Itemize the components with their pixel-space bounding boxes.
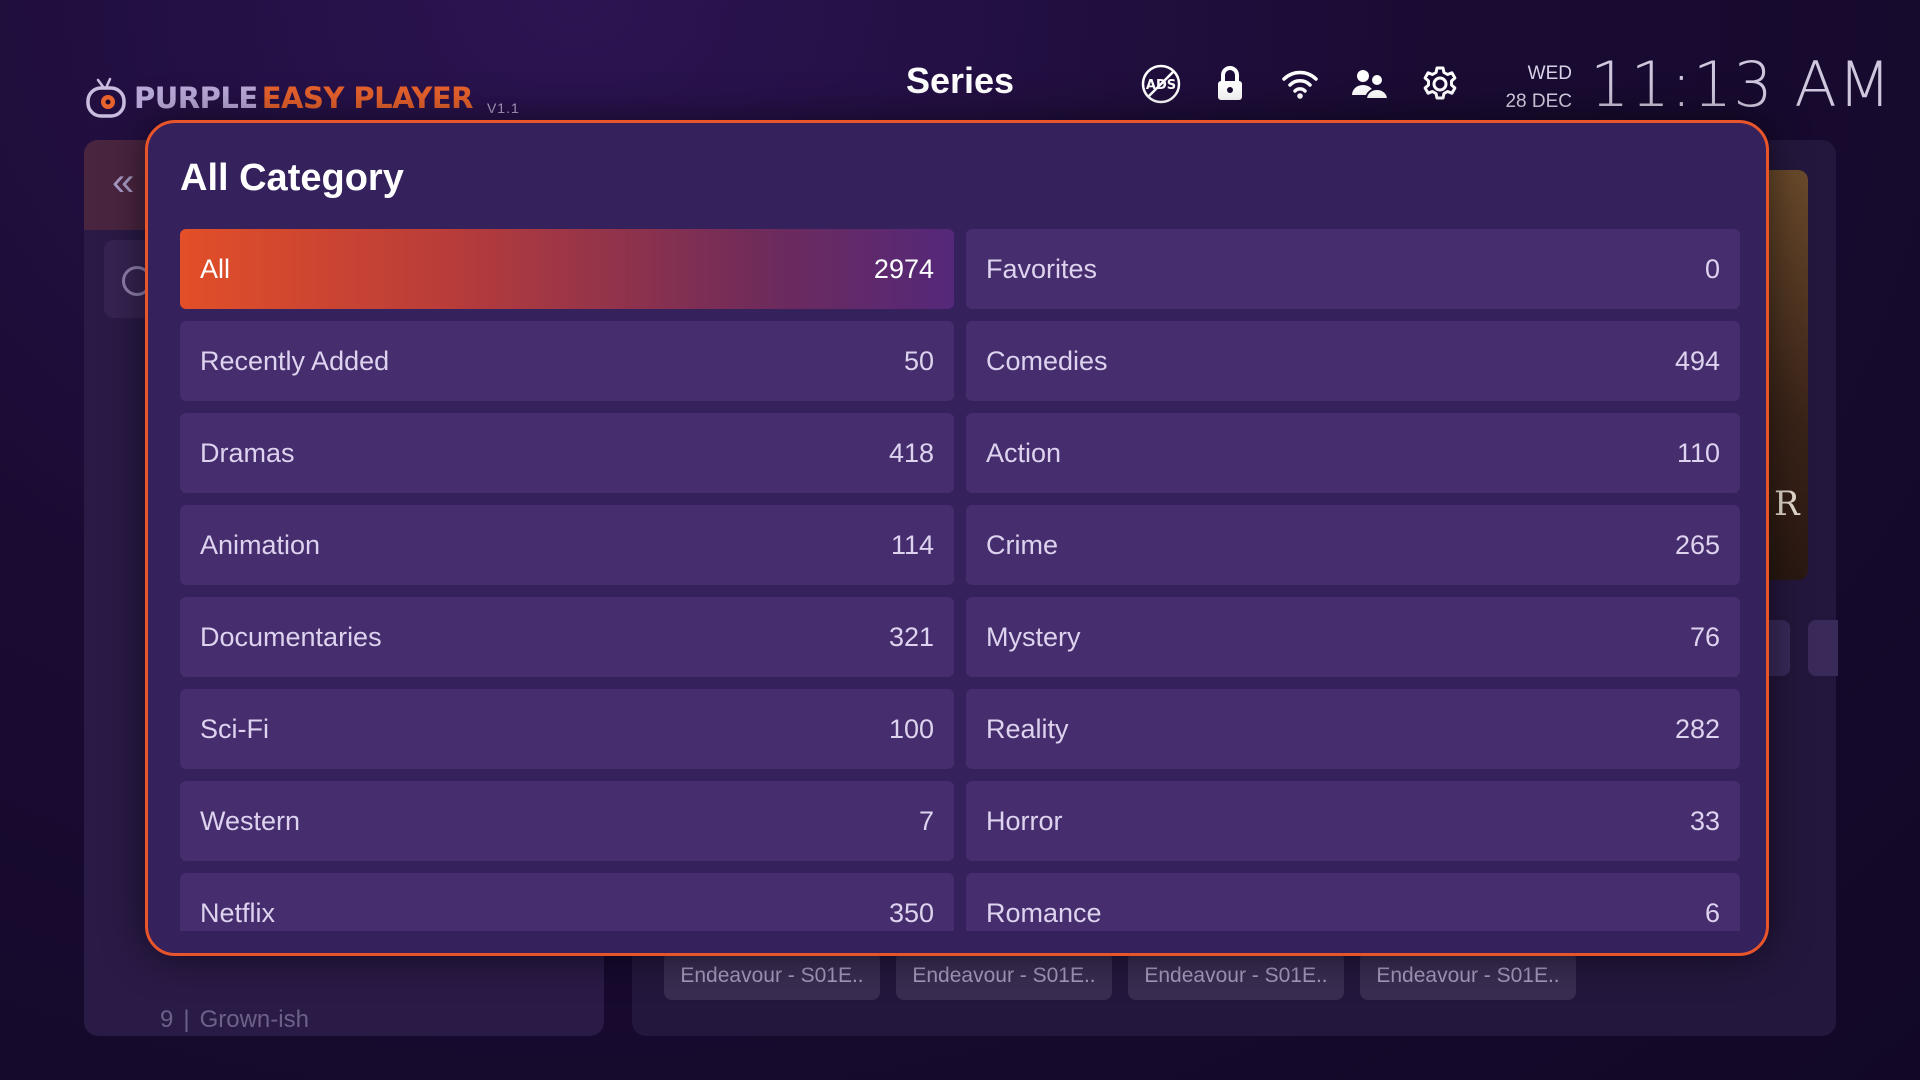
separator: |	[183, 1006, 190, 1033]
category-grid: All 2974 Favorites 0 Recently Added 50 Come…	[180, 229, 1744, 931]
category-item-horror[interactable]: Horror 33	[966, 781, 1740, 861]
category-count: 110	[1676, 437, 1720, 468]
category-label: Favorites	[986, 253, 1098, 284]
category-label: Romance	[986, 897, 1102, 928]
app-logo: PURPLE EASY PLAYER V1.1	[84, 68, 520, 128]
category-label: Animation	[200, 529, 321, 560]
category-item-favorites[interactable]: Favorites 0	[966, 229, 1740, 309]
category-label: Comedies	[986, 345, 1108, 376]
category-item-recently-added[interactable]: Recently Added 50	[180, 321, 954, 401]
page-title: Series	[905, 60, 1015, 101]
category-item-dramas[interactable]: Dramas 418	[180, 413, 954, 493]
category-item-documentaries[interactable]: Documentaries 321	[180, 597, 954, 677]
poster-letter: R	[1774, 484, 1800, 524]
category-label: Netflix	[200, 897, 276, 928]
list-item-grown-ish[interactable]: 9 | Grown-ish	[160, 1006, 309, 1034]
lock-icon[interactable]	[1208, 62, 1252, 106]
category-count: 321	[888, 621, 934, 652]
category-label: Mystery	[986, 621, 1081, 652]
category-count: 7	[918, 805, 934, 836]
category-count: 0	[1704, 253, 1720, 284]
category-label: Horror	[986, 805, 1063, 836]
ads-off-icon[interactable]: ADS	[1139, 62, 1183, 106]
app-version: V1.1	[486, 100, 520, 116]
category-item-all[interactable]: All 2974	[180, 229, 954, 309]
category-count: 6	[1704, 897, 1720, 928]
app-name: PURPLE EASY PLAYER	[134, 81, 473, 115]
category-label: Sci-Fi	[200, 713, 269, 744]
category-count: 494	[1674, 345, 1720, 376]
episode-chip[interactable]: Endeavour - S01E..	[1128, 952, 1344, 1000]
category-label: Western	[200, 805, 301, 836]
gear-icon[interactable]	[1418, 62, 1462, 106]
list-item-number: 9	[160, 1006, 174, 1033]
date-label: 28 DEC	[1505, 91, 1572, 112]
category-item-comedies[interactable]: Comedies 494	[966, 321, 1740, 401]
category-item-crime[interactable]: Crime 265	[966, 505, 1740, 585]
wifi-icon[interactable]	[1278, 62, 1322, 106]
category-count: 100	[888, 713, 934, 744]
weekday-label: WED	[1527, 63, 1572, 84]
tv-logo-icon	[84, 76, 128, 120]
episode-tab[interactable]	[1808, 620, 1838, 676]
category-count: 350	[888, 897, 934, 928]
category-label: Action	[986, 437, 1062, 468]
category-item-mystery[interactable]: Mystery 76	[966, 597, 1740, 677]
category-label: Dramas	[200, 437, 295, 468]
category-label: Reality	[986, 713, 1069, 744]
list-item-label: Grown-ish	[199, 1006, 309, 1033]
episode-chip-row: Endeavour - S01E.. Endeavour - S01E.. En…	[664, 952, 1576, 1000]
category-count: 282	[1674, 713, 1720, 744]
episode-chip[interactable]: Endeavour - S01E..	[896, 952, 1112, 1000]
category-item-reality[interactable]: Reality 282	[966, 689, 1740, 769]
category-count: 76	[1689, 621, 1720, 652]
category-count: 2974	[873, 253, 934, 284]
category-label: Documentaries	[200, 621, 382, 652]
category-item-sci-fi[interactable]: Sci-Fi 100	[180, 689, 954, 769]
category-item-action[interactable]: Action 110	[966, 413, 1740, 493]
category-count: 265	[1674, 529, 1720, 560]
app-name-easy: EASY PLAYER	[261, 81, 474, 115]
category-item-western[interactable]: Western 7	[180, 781, 954, 861]
category-item-romance[interactable]: Romance 6	[966, 873, 1740, 931]
category-item-animation[interactable]: Animation 114	[180, 505, 954, 585]
modal-title: All Category	[180, 157, 404, 199]
category-count: 114	[890, 529, 934, 560]
category-item-netflix[interactable]: Netflix 350	[180, 873, 954, 931]
episode-chip[interactable]: Endeavour - S01E..	[1360, 952, 1576, 1000]
category-label: Recently Added	[200, 345, 390, 376]
category-label: All	[200, 253, 231, 284]
category-count: 50	[903, 345, 934, 376]
clock-time: 11:13 AM	[1590, 48, 1893, 121]
date-display: WED 28 DEC	[1480, 60, 1572, 116]
category-modal: All Category All 2974 Favorites 0 Recently…	[145, 120, 1769, 956]
category-count: 418	[888, 437, 934, 468]
users-icon[interactable]	[1348, 62, 1392, 106]
category-label: Crime	[986, 529, 1058, 560]
category-count: 33	[1689, 805, 1720, 836]
back-chevron-icon[interactable]: «	[112, 160, 134, 205]
app-name-purple: PURPLE	[134, 81, 258, 115]
episode-chip[interactable]: Endeavour - S01E..	[664, 952, 880, 1000]
